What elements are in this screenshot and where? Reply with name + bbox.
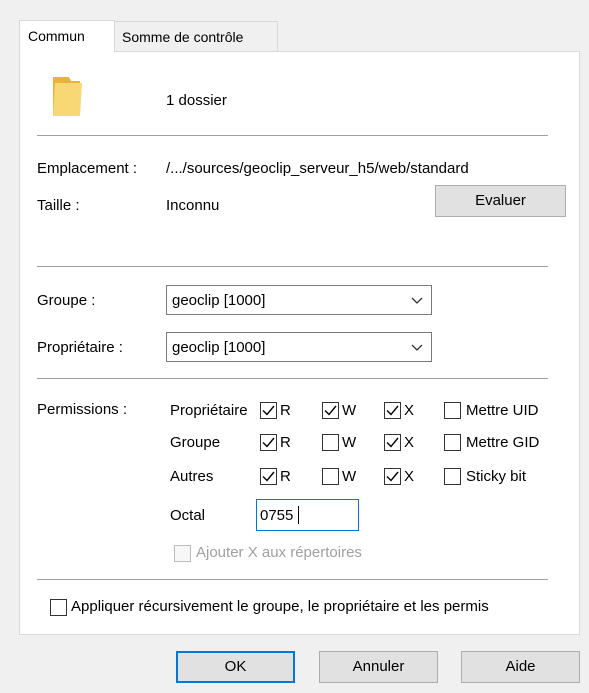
location-value: /.../sources/geoclip_serveur_h5/web/stan… (166, 160, 469, 177)
tab-commun-label: Commun (28, 28, 85, 44)
sticky-bit-label: Sticky bit (466, 468, 527, 485)
owner-execute-label: X (404, 402, 415, 419)
owner-label: Propriétaire : (37, 339, 123, 356)
add-x-directories-label: Ajouter X aux répertoires (196, 544, 362, 561)
setgid-label: Mettre GID (466, 434, 540, 451)
group-write-checkbox[interactable] (322, 434, 339, 451)
permissions-label: Permissions : (37, 401, 128, 418)
evaluate-button[interactable]: Evaluer (435, 185, 566, 217)
octal-label: Octal (170, 507, 206, 524)
group-write-label: W (342, 434, 357, 451)
owner-read-checkbox[interactable] (260, 402, 277, 419)
add-x-directories-checkbox[interactable] (174, 545, 191, 562)
checkmark-icon (386, 405, 399, 416)
folder-summary: 1 dossier (166, 92, 227, 109)
separator-1 (37, 135, 548, 136)
owner-select-value: geoclip [1000] (172, 339, 266, 356)
perm-row-owner-label: Propriétaire (170, 402, 248, 419)
perm-row-group-label: Groupe (170, 434, 221, 451)
recursive-label: Appliquer récursivement le groupe, le pr… (71, 598, 489, 615)
recursive-checkbox[interactable] (50, 599, 67, 616)
others-write-label: W (342, 468, 357, 485)
group-select-value: geoclip [1000] (172, 292, 266, 309)
checkmark-icon (386, 437, 399, 448)
sticky-bit-checkbox[interactable] (444, 468, 461, 485)
tab-somme-label: Somme de contrôle (122, 29, 244, 45)
setuid-label: Mettre UID (466, 402, 539, 419)
checkmark-icon (324, 405, 337, 416)
owner-select[interactable]: geoclip [1000] (166, 332, 432, 362)
chevron-down-icon (411, 344, 423, 351)
checkmark-icon (386, 471, 399, 482)
owner-write-label: W (342, 402, 357, 419)
help-button[interactable]: Aide (461, 651, 580, 683)
size-value: Inconnu (166, 197, 220, 214)
group-read-checkbox[interactable] (260, 434, 277, 451)
size-label: Taille : (37, 197, 80, 214)
octal-input[interactable]: 0755 (256, 499, 359, 531)
checkmark-icon (262, 471, 275, 482)
group-label: Groupe : (37, 292, 96, 309)
cancel-button[interactable]: Annuler (319, 651, 438, 683)
group-select[interactable]: geoclip [1000] (166, 285, 432, 315)
others-execute-label: X (404, 468, 415, 485)
chevron-down-icon (411, 297, 423, 304)
setgid-checkbox[interactable] (444, 434, 461, 451)
perm-row-others-label: Autres (170, 468, 214, 485)
group-execute-label: X (404, 434, 415, 451)
octal-input-value: 0755 (260, 507, 294, 524)
owner-read-label: R (280, 402, 291, 419)
separator-2 (37, 266, 548, 267)
ok-button[interactable]: OK (176, 651, 295, 683)
owner-write-checkbox[interactable] (322, 402, 339, 419)
group-execute-checkbox[interactable] (384, 434, 401, 451)
others-read-label: R (280, 468, 291, 485)
separator-4 (37, 579, 548, 580)
text-caret (298, 506, 299, 524)
tab-somme-de-controle[interactable]: Somme de contrôle (113, 21, 278, 51)
others-write-checkbox[interactable] (322, 468, 339, 485)
tab-commun[interactable]: Commun (19, 20, 115, 52)
others-execute-checkbox[interactable] (384, 468, 401, 485)
checkmark-icon (262, 437, 275, 448)
location-label: Emplacement : (37, 160, 138, 177)
setuid-checkbox[interactable] (444, 402, 461, 419)
others-read-checkbox[interactable] (260, 468, 277, 485)
folder-icon (49, 74, 84, 119)
properties-panel: 1 dossier Emplacement : /.../sources/geo… (19, 51, 580, 635)
owner-execute-checkbox[interactable] (384, 402, 401, 419)
group-read-label: R (280, 434, 291, 451)
checkmark-icon (262, 405, 275, 416)
separator-3 (37, 378, 548, 379)
